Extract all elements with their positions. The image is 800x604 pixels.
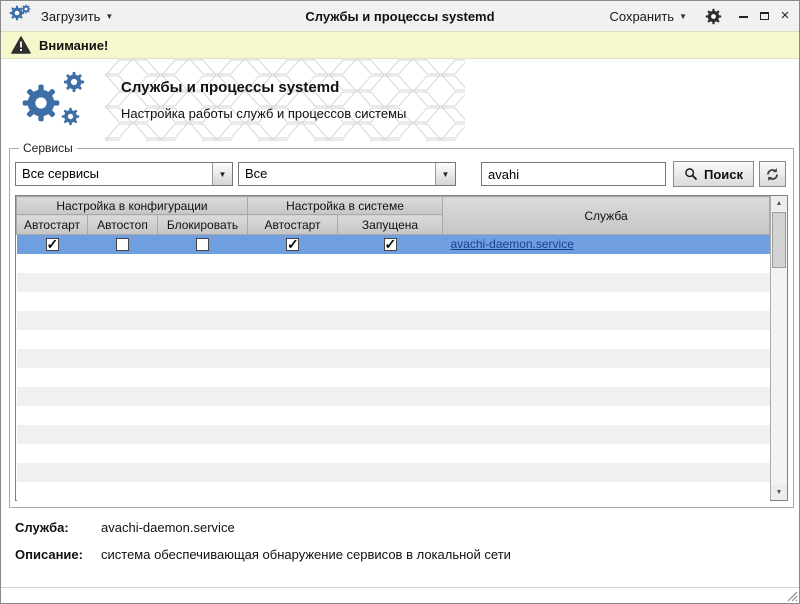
warning-triangle-icon [11, 36, 31, 54]
services-group: Сервисы Все сервисы ▼ Все ▼ Поиск [9, 141, 794, 508]
scroll-down-arrow-icon[interactable]: ▼ [771, 485, 787, 500]
dropdown-arrow-icon[interactable]: ▼ [212, 163, 232, 185]
table-empty-row [16, 481, 770, 501]
gear-icon [705, 8, 722, 25]
column-header-autostart-system: Автостарт [247, 214, 338, 235]
group-header-system: Настройка в системе [247, 196, 443, 215]
service-detail-value: avachi-daemon.service [101, 520, 235, 535]
table-empty-row [16, 424, 770, 444]
header-banner: Службы и процессы systemd Настройка рабо… [1, 59, 799, 141]
title-bar[interactable]: Загрузить ▼ Службы и процессы systemd Со… [1, 1, 799, 31]
close-button[interactable]: × [779, 8, 791, 23]
save-menu-label: Сохранить [609, 8, 675, 24]
column-header-autostop: Автостоп [87, 214, 158, 235]
search-button-label: Поиск [704, 166, 744, 182]
state-filter-dropdown[interactable]: Все ▼ [238, 162, 456, 186]
resize-grip[interactable] [786, 590, 798, 602]
search-button[interactable]: Поиск [673, 161, 755, 187]
column-header-block: Блокировать [157, 214, 248, 235]
table-empty-row [16, 348, 770, 368]
checkbox-config-autostart[interactable] [45, 236, 59, 253]
column-header-autostart-config: Автостарт [16, 214, 88, 235]
save-menu-button[interactable]: Сохранить ▼ [603, 6, 693, 27]
details-panel: Служба: avachi-daemon.service Описание: … [1, 508, 799, 574]
refresh-icon [767, 167, 778, 181]
table-empty-row [16, 367, 770, 387]
dropdown-arrow-icon[interactable]: ▼ [435, 163, 455, 185]
search-icon [685, 168, 698, 181]
service-filter-dropdown[interactable]: Все сервисы ▼ [15, 162, 233, 186]
checkbox-config-autostop[interactable] [116, 238, 129, 252]
table-empty-row [16, 405, 770, 425]
load-menu-label: Загрузить [41, 8, 101, 24]
table-empty-row [16, 253, 770, 273]
settings-gear-button[interactable] [703, 6, 723, 26]
description-detail-value: система обеспечивающая обнаружение серви… [101, 547, 511, 562]
table-empty-row [16, 386, 770, 406]
table-empty-row [16, 272, 770, 292]
load-menu-button[interactable]: Загрузить ▼ [35, 6, 119, 27]
service-link[interactable]: avachi-daemon.service [451, 237, 574, 251]
page-title: Службы и процессы systemd [121, 79, 340, 96]
checkbox-system-running[interactable] [383, 236, 397, 253]
warning-bar: Внимание! [1, 31, 799, 59]
app-gears-icon [9, 5, 35, 27]
state-filter-value: Все [245, 166, 268, 181]
minimize-button[interactable] [737, 9, 749, 23]
services-legend: Сервисы [23, 141, 73, 155]
table-empty-row [16, 462, 770, 482]
maximize-button[interactable] [758, 9, 770, 23]
table-row-selected[interactable]: avachi-daemon.service [16, 234, 770, 254]
scrollbar-thumb[interactable] [772, 212, 786, 268]
status-bar [1, 587, 799, 603]
description-detail-label: Описание: [15, 547, 83, 562]
warning-text: Внимание! [39, 37, 109, 53]
gears-logo-icon [17, 67, 109, 133]
column-header-service: Служба [442, 196, 770, 235]
refresh-button[interactable] [759, 161, 787, 187]
table-empty-row [16, 310, 770, 330]
hexagon-pattern [105, 59, 465, 141]
chevron-down-icon: ▼ [105, 11, 114, 21]
checkbox-config-block[interactable] [196, 238, 209, 252]
services-table: Настройка в конфигурации Настройка в сис… [15, 195, 788, 501]
service-filter-value: Все сервисы [22, 166, 99, 181]
service-detail-label: Служба: [15, 520, 69, 535]
table-empty-row [16, 443, 770, 463]
vertical-scrollbar[interactable]: ▲ ▼ [770, 196, 787, 500]
group-header-config: Настройка в конфигурации [16, 196, 248, 215]
filter-toolbar: Все сервисы ▼ Все ▼ Поиск [15, 161, 788, 187]
search-input[interactable] [481, 162, 666, 186]
table-empty-row [16, 291, 770, 311]
column-header-running: Запущена [337, 214, 443, 235]
scroll-up-arrow-icon[interactable]: ▲ [771, 196, 787, 211]
chevron-down-icon: ▼ [679, 11, 687, 21]
table-empty-row [16, 329, 770, 349]
table-body: avachi-daemon.service [16, 234, 770, 501]
app-window: Загрузить ▼ Службы и процессы systemd Со… [0, 0, 800, 604]
page-subtitle: Настройка работы служб и процессов систе… [121, 106, 407, 121]
checkbox-system-autostart[interactable] [286, 236, 299, 253]
